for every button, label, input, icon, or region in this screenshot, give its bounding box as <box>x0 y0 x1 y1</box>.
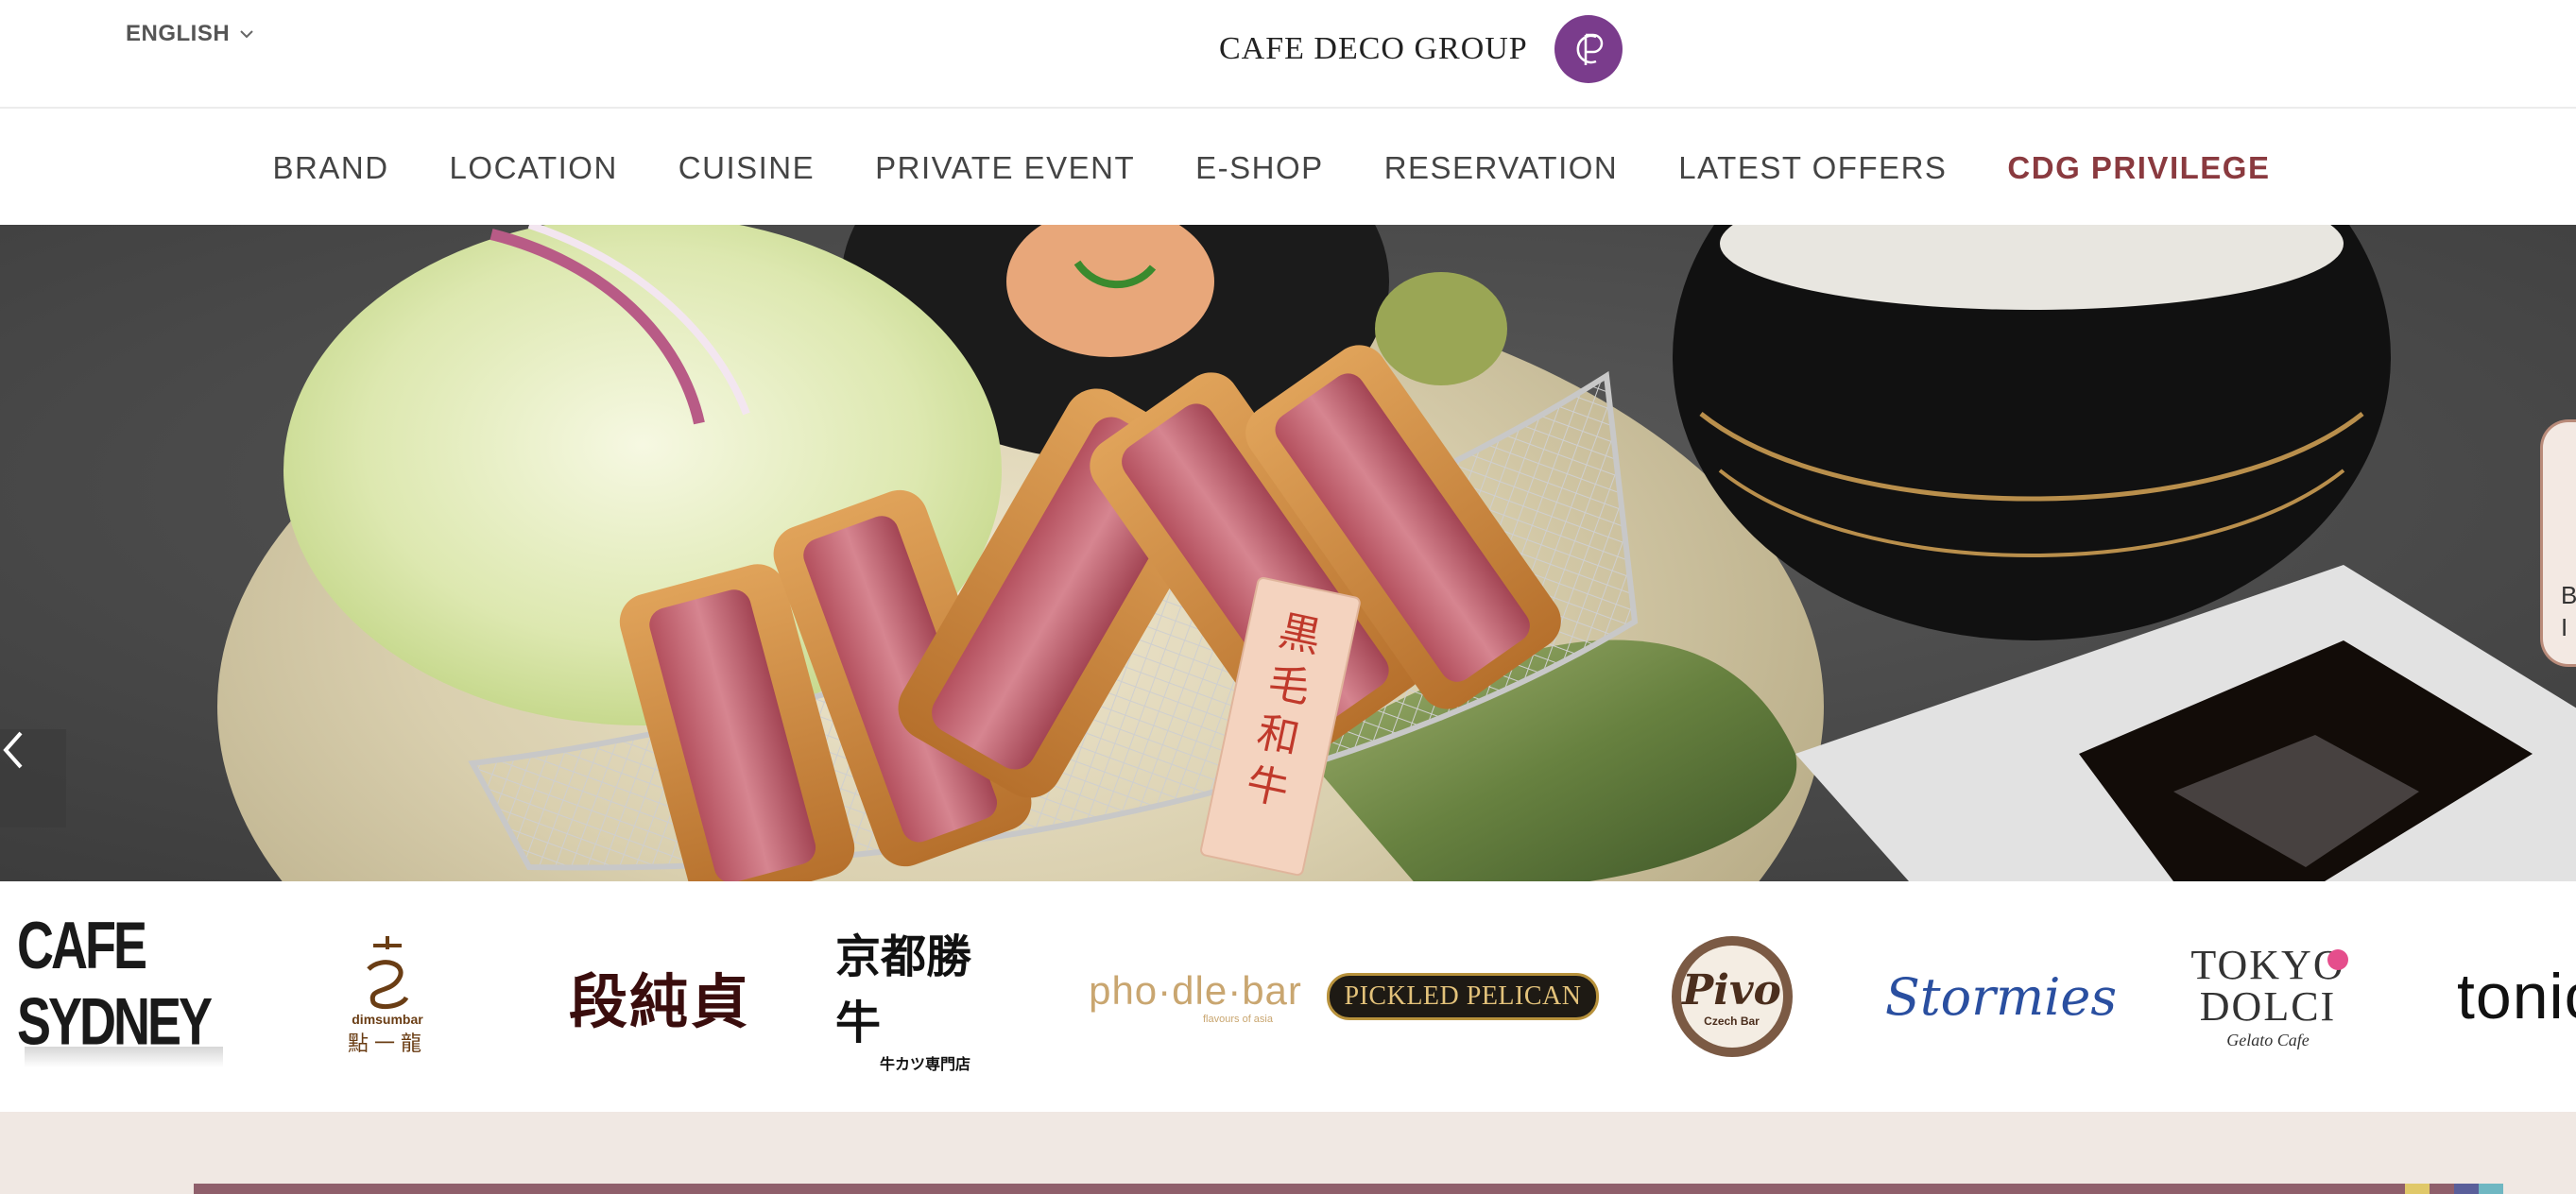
brand-logo-kyoto-katsugyu[interactable]: 京都勝牛 牛カツ専門店 <box>835 881 1015 1112</box>
brand-logo-pivo[interactable]: Pivo Czech Bar <box>1668 881 1795 1112</box>
brand-logo-tokyo-dolci[interactable]: TOKYO DOLCI Gelato Cafe <box>2178 881 2358 1112</box>
pivo-title: Pivo <box>1682 965 1781 1015</box>
brand-logo-text: PICKLED PELICAN <box>1326 973 1600 1020</box>
nav-item-cuisine[interactable]: CUISINE <box>678 150 815 186</box>
tokyodolci-line1: TOKYO <box>2190 942 2345 988</box>
top-bar: ENGLISH CAFE DECO GROUP <box>0 0 2576 109</box>
brand-name: CAFE DECO GROUP <box>1219 31 1528 66</box>
nav-item-latest-offers[interactable]: LATEST OFFERS <box>1678 150 1947 186</box>
brand-logo-tonic[interactable]: tonic <box>2457 881 2576 1112</box>
brand-logo-reflection <box>24 1047 223 1067</box>
swatch-4 <box>2479 1184 2503 1194</box>
brand-logo-stormies[interactable]: Stormies <box>1885 881 2117 1112</box>
brand-logo-dimsumbar[interactable]: dimsumbar 點一龍 <box>335 881 439 1112</box>
chevron-down-icon <box>240 30 253 39</box>
carousel-prev-button[interactable] <box>0 729 66 827</box>
brand-logo-strip: CAFE SYDNEY dimsumbar 點一龍 段純貞 京都勝牛 牛カツ専門… <box>0 881 2576 1112</box>
brand-logo-pickled-pelican[interactable]: PICKLED PELICAN <box>1326 881 1600 1112</box>
brand-home-link[interactable]: CAFE DECO GROUP <box>1219 15 1623 83</box>
nav-item-cdg-privilege[interactable]: CDG PRIVILEGE <box>2007 150 2270 186</box>
brand-logo-text: pho·dle·bar <box>1089 968 1302 1013</box>
brand-logo-icon <box>1554 15 1623 83</box>
nav-item-reservation[interactable]: RESERVATION <box>1384 150 1619 186</box>
color-swatches <box>2405 1184 2503 1194</box>
chevron-left-icon <box>3 731 23 769</box>
brand-logo-text: CAFE SYDNEY <box>17 909 213 1060</box>
hero-food-image: 黒 毛 和 牛 <box>0 225 2576 881</box>
dimsumbar-emblem-icon <box>367 936 409 1010</box>
side-tab-label: B I <box>2561 581 2576 641</box>
brand-logo-text: Stormies <box>1884 966 2118 1027</box>
katsugyu-subtitle: 牛カツ専門店 <box>879 1057 970 1073</box>
language-selector[interactable]: ENGLISH <box>126 21 254 47</box>
swatch-2 <box>2430 1184 2454 1194</box>
nav-list: BRAND LOCATION CUISINE PRIVATE EVENT E-S… <box>273 150 2271 186</box>
dimsumbar-chinese: 點一龍 <box>347 1032 427 1055</box>
dimsumbar-text: dimsumbar <box>352 1012 423 1027</box>
section-header-bar <box>194 1184 2405 1194</box>
brand-logo-pho-dle-bar[interactable]: pho·dle·bar flavours of asia <box>1089 881 1301 1112</box>
tokyodolci-line2: DOLCI <box>2199 983 2337 1030</box>
side-booking-tab[interactable]: B I <box>2540 419 2576 667</box>
ice-cream-icon <box>2327 949 2348 970</box>
brand-logo-text: tonic <box>2457 961 2576 1032</box>
nav-item-location[interactable]: LOCATION <box>450 150 618 186</box>
swatch-3 <box>2454 1184 2479 1194</box>
pivo-subtitle: Czech Bar <box>1704 1014 1760 1028</box>
phodlebar-tagline: flavours of asia <box>1203 1014 1273 1025</box>
content-section-top <box>0 1112 2576 1194</box>
language-label: ENGLISH <box>126 21 231 46</box>
swatch-1 <box>2405 1184 2430 1194</box>
brand-logo-duan-chun-zhen[interactable]: 段純貞 <box>565 881 754 1112</box>
katsugyu-title: 京都勝牛 <box>835 930 972 1049</box>
tokyodolci-line3: Gelato Cafe <box>2226 1031 2310 1049</box>
nav-item-e-shop[interactable]: E-SHOP <box>1195 150 1324 186</box>
nav-item-brand[interactable]: BRAND <box>273 150 389 186</box>
brand-logo-cafe-sydney[interactable]: CAFE SYDNEY <box>17 881 230 1112</box>
brand-logo-text: 段純貞 <box>568 967 750 1036</box>
hero-carousel[interactable]: 黒 毛 和 牛 B I <box>0 225 2576 881</box>
main-nav: BRAND LOCATION CUISINE PRIVATE EVENT E-S… <box>0 111 2576 225</box>
nav-item-private-event[interactable]: PRIVATE EVENT <box>875 150 1135 186</box>
